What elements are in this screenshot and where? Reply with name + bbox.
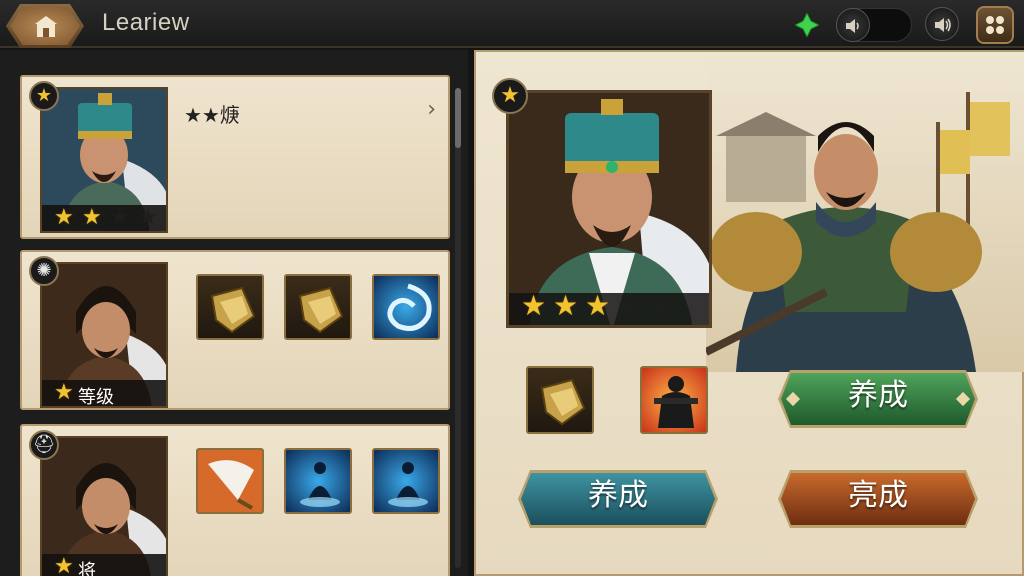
hero-portrait: ★ 等级 xyxy=(40,262,168,408)
hero-list-scrollbar[interactable] xyxy=(455,88,461,568)
train-button-teal-label: 养成 xyxy=(588,478,648,513)
meditation-skill-icon xyxy=(388,462,428,507)
star-empty: ★ xyxy=(649,289,675,322)
hero-rank-badge: ✺ xyxy=(29,256,59,286)
gauntlet-icon xyxy=(540,378,586,426)
equipment-slot[interactable] xyxy=(284,274,352,340)
hero-rank-badge: ★ xyxy=(29,81,59,111)
complete-button-orange[interactable]: 亮成 xyxy=(778,470,978,528)
armored-general-illustration xyxy=(706,52,1024,372)
star-filled: ★ xyxy=(54,205,74,230)
star-badge-icon: ★ xyxy=(35,85,53,106)
detail-rank-badge: ★ xyxy=(492,78,528,114)
app-title: Leariew xyxy=(102,9,190,36)
hero-detail-panel: ★ ★ ★ ★ ★ ★ 养成 养成 亮成 xyxy=(474,50,1024,576)
star-filled: ★ xyxy=(553,289,579,322)
train-button-teal[interactable]: 养成 xyxy=(518,470,718,528)
sound-high-icon xyxy=(935,18,951,32)
star-badge-icon: ★ xyxy=(500,83,520,108)
star-empty: ★ xyxy=(110,205,130,230)
hero-rank-badge: ⛑ xyxy=(29,430,59,460)
helmet-badge-icon: ⛑ xyxy=(32,434,56,455)
star-filled: ★ xyxy=(521,289,547,322)
menu-button[interactable] xyxy=(976,6,1014,44)
equipment-slot[interactable] xyxy=(196,448,264,514)
train-button-green[interactable]: 养成 xyxy=(778,370,978,428)
gauntlet-icon xyxy=(210,286,256,334)
detail-equipment-slot[interactable] xyxy=(526,366,594,434)
hero-portrait: ★ ★ ★ ★ xyxy=(40,87,168,233)
hero-rank-label: 将 xyxy=(78,561,96,576)
star-filled: ★ xyxy=(54,554,74,576)
scroll-thumb[interactable] xyxy=(455,88,461,148)
equipment-slot[interactable] xyxy=(196,274,264,340)
hero-showcase-art xyxy=(706,52,1024,372)
detail-equipment-slot[interactable] xyxy=(640,366,708,434)
hero-rank-label: 等级 xyxy=(78,387,114,408)
hero-star-bar: ★ ★ ★ ★ xyxy=(42,205,166,231)
meditation-skill-icon xyxy=(300,462,340,507)
gauntlet-icon xyxy=(298,286,344,334)
hero-star-bar: ★ 将 xyxy=(42,554,166,576)
sound-low-button[interactable] xyxy=(836,8,870,42)
star-filled: ★ xyxy=(82,205,102,230)
feather-fan-icon xyxy=(198,450,262,512)
menu-grid-icon xyxy=(986,16,1004,34)
detail-star-bar: ★ ★ ★ ★ ★ xyxy=(509,289,709,325)
skill-slot[interactable] xyxy=(372,274,440,340)
star-empty: ★ xyxy=(617,289,643,322)
sound-low-icon xyxy=(846,19,859,33)
hero-card[interactable]: ★ 等级 ✺ xyxy=(20,250,450,410)
chevron-right-icon[interactable]: › xyxy=(427,97,436,122)
skill-slot[interactable] xyxy=(372,448,440,514)
warrior-icon xyxy=(654,376,698,428)
detail-hero-portrait: ★ ★ ★ ★ ★ xyxy=(506,90,712,328)
train-button-green-label: 养成 xyxy=(848,378,908,413)
volume-slider[interactable] xyxy=(836,8,912,42)
sound-high-button[interactable] xyxy=(925,7,959,41)
star-empty: ★ xyxy=(138,205,158,230)
whirlwind-skill-icon xyxy=(387,283,432,331)
skill-slot[interactable] xyxy=(284,448,352,514)
hero-portrait: ★ 将 xyxy=(40,436,168,576)
star-filled: ★ xyxy=(585,289,611,322)
star-filled: ★ xyxy=(54,380,74,405)
hero-card[interactable]: ★ ★ ★ ★ ★ ★★焿 › xyxy=(20,75,450,239)
hero-star-bar: ★ 等级 xyxy=(42,380,166,406)
home-hex-icon xyxy=(35,16,57,37)
hero-card-title: ★★焿 xyxy=(184,103,240,127)
top-bar: Leariew xyxy=(0,0,1024,48)
rune-badge-icon: ✺ xyxy=(36,260,52,281)
complete-button-orange-label: 亮成 xyxy=(848,478,908,513)
green-gem-icon[interactable] xyxy=(795,13,819,37)
hero-card[interactable]: ★ 将 ⛑ xyxy=(20,424,450,576)
home-button[interactable] xyxy=(6,4,84,48)
